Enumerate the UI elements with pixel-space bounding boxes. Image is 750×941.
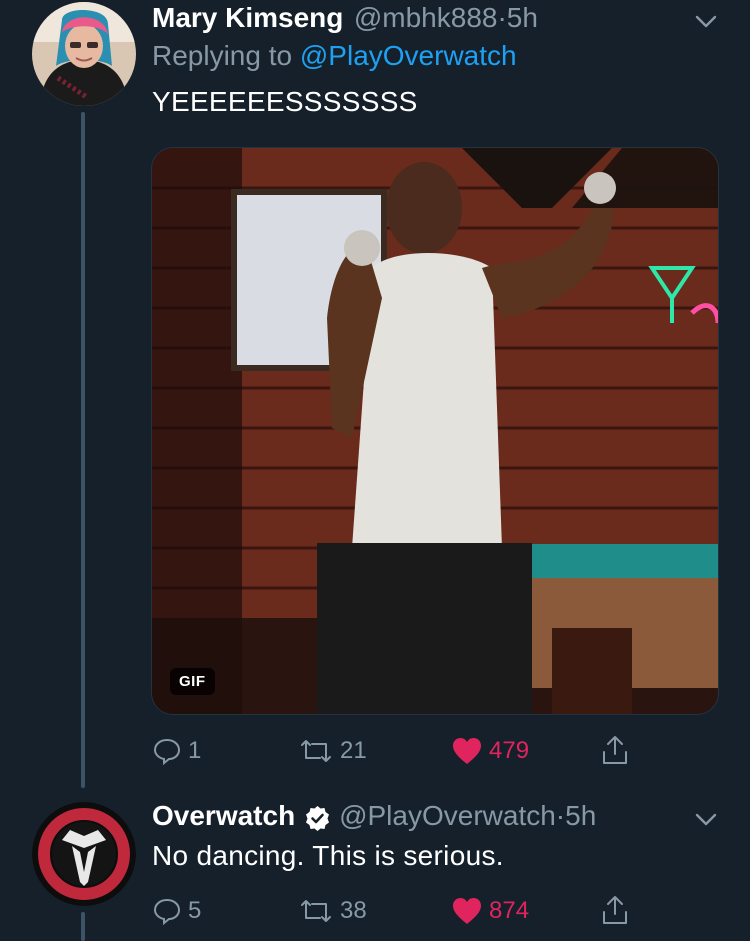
- tweet-text: YEEEEEESSSSSSS: [152, 86, 418, 117]
- gif-image: [152, 148, 718, 714]
- like-button[interactable]: 874: [451, 896, 529, 926]
- gif-media[interactable]: GIF: [151, 147, 719, 715]
- author-handle[interactable]: @PlayOverwatch: [339, 800, 556, 831]
- gif-badge: GIF: [170, 668, 215, 695]
- reply-icon: [153, 738, 181, 766]
- overwatch-logo-icon: [32, 802, 136, 906]
- retweet-icon: [301, 740, 331, 762]
- retweet-button[interactable]: 21: [298, 736, 367, 766]
- timestamp[interactable]: 5h: [507, 2, 538, 33]
- avatar[interactable]: [32, 2, 136, 106]
- share-icon: [603, 896, 627, 924]
- chevron-down-icon[interactable]: [693, 806, 719, 837]
- reply-count: 5: [188, 897, 202, 924]
- reply-count: 1: [188, 737, 202, 764]
- share-button[interactable]: [600, 894, 630, 926]
- author-name[interactable]: Overwatch: [152, 800, 295, 831]
- tweet-header: Overwatch @PlayOverwatch·5h: [152, 800, 596, 832]
- dot-separator: ·: [555, 800, 566, 831]
- thread-line: [81, 912, 85, 941]
- reply-icon: [153, 898, 181, 926]
- author-name[interactable]: Mary Kimseng: [152, 2, 343, 33]
- retweet-icon: [301, 900, 331, 922]
- reply-button[interactable]: 5: [152, 896, 201, 926]
- dot-separator: ·: [497, 2, 507, 33]
- chevron-down-icon[interactable]: [693, 8, 719, 39]
- reply-button[interactable]: 1: [152, 736, 201, 766]
- user-avatar-image: [32, 2, 136, 106]
- like-count: 479: [489, 737, 530, 764]
- avatar[interactable]: [32, 802, 136, 906]
- retweet-button[interactable]: 38: [298, 896, 367, 926]
- replying-label: Replying to: [152, 40, 293, 71]
- tweet-text: No dancing. This is serious.: [152, 840, 504, 871]
- like-button[interactable]: 479: [451, 736, 529, 766]
- verified-badge-icon: [305, 806, 329, 832]
- share-icon: [603, 736, 627, 764]
- replying-to: Replying to @PlayOverwatch: [152, 40, 517, 72]
- thread-line: [81, 112, 85, 788]
- timestamp[interactable]: 5h: [565, 800, 596, 831]
- tweet-header: Mary Kimseng @mbhk888·5h: [152, 2, 538, 34]
- like-count: 874: [489, 897, 530, 924]
- author-handle[interactable]: @mbhk888: [354, 2, 498, 33]
- heart-icon: [453, 898, 481, 924]
- retweet-count: 21: [340, 737, 367, 764]
- replying-to-link[interactable]: @PlayOverwatch: [300, 40, 517, 71]
- heart-icon: [453, 738, 481, 764]
- retweet-count: 38: [340, 897, 367, 924]
- share-button[interactable]: [600, 734, 630, 766]
